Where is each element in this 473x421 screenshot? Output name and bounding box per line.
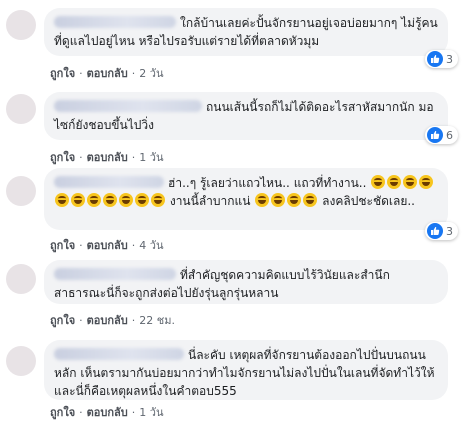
avatar[interactable] xyxy=(6,10,36,40)
laughing-emoji-group xyxy=(54,193,166,208)
like-icon xyxy=(427,127,443,143)
laughing-emoji-icon xyxy=(419,175,434,189)
laughing-emoji-icon xyxy=(287,193,302,207)
laughing-emoji-icon xyxy=(55,193,69,207)
timestamp[interactable]: 4 วัน xyxy=(139,239,163,252)
laughing-emoji-icon xyxy=(103,193,117,207)
laughing-emoji-icon xyxy=(255,193,270,207)
laughing-emoji-icon xyxy=(151,193,165,207)
comment-actions: ถูกใจ · ตอบกลับ · 1 วัน xyxy=(50,406,164,419)
author-name[interactable] xyxy=(54,348,184,360)
like-link[interactable]: ถูกใจ xyxy=(50,239,75,252)
laughing-emoji-icon xyxy=(271,193,286,207)
laughing-emoji-icon xyxy=(403,175,418,189)
laughing-emoji-group xyxy=(254,193,318,208)
timestamp[interactable]: 1 วัน xyxy=(139,406,163,419)
reaction-count[interactable]: 6 xyxy=(425,126,458,144)
comment-text: ลงคลิปชะชัดเลย.. xyxy=(322,194,415,208)
laughing-emoji-icon xyxy=(135,193,149,207)
timestamp[interactable]: 22 ชม. xyxy=(139,314,175,327)
like-icon xyxy=(427,223,443,239)
avatar[interactable] xyxy=(6,176,36,206)
comment-actions: ถูกใจ · ตอบกลับ · 2 วัน xyxy=(50,67,164,80)
laughing-emoji-icon xyxy=(371,175,386,189)
laughing-emoji-group xyxy=(370,175,434,190)
like-link[interactable]: ถูกใจ xyxy=(50,406,75,419)
reply-link[interactable]: ตอบกลับ xyxy=(87,67,128,80)
laughing-emoji-icon xyxy=(119,193,133,207)
avatar[interactable] xyxy=(6,346,36,376)
timestamp[interactable]: 1 วัน xyxy=(139,151,163,164)
comment-text: ฮ่า..ๆ รู้เลยว่าแถวไหน.. แถวที่ทำงาน.. xyxy=(168,176,367,190)
reaction-number: 6 xyxy=(446,128,453,142)
laughing-emoji-icon xyxy=(87,193,101,207)
laughing-emoji-icon xyxy=(387,175,402,189)
like-link[interactable]: ถูกใจ xyxy=(50,151,75,164)
timestamp[interactable]: 2 วัน xyxy=(139,67,163,80)
reaction-number: 3 xyxy=(446,224,453,238)
reply-link[interactable]: ตอบกลับ xyxy=(87,314,128,327)
comment-actions: ถูกใจ · ตอบกลับ · 22 ชม. xyxy=(50,314,175,327)
laughing-emoji-icon xyxy=(303,193,318,207)
avatar[interactable] xyxy=(6,264,36,294)
reply-link[interactable]: ตอบกลับ xyxy=(87,239,128,252)
like-link[interactable]: ถูกใจ xyxy=(50,314,75,327)
laughing-emoji-icon xyxy=(71,193,85,207)
comment-bubble: นี่ละคับ เหตุผลที่จักรยานต้องออกไปปั่นบน… xyxy=(44,340,448,400)
comment-bubble: ฮ่า..ๆ รู้เลยว่าแถวไหน.. แถวที่ทำงาน.. ง… xyxy=(44,168,448,230)
reply-link[interactable]: ตอบกลับ xyxy=(87,151,128,164)
reaction-count[interactable]: 3 xyxy=(425,222,458,240)
comment-text: งานนี้ลำบากแน่ xyxy=(169,194,251,208)
author-name[interactable] xyxy=(54,268,176,280)
comment-actions: ถูกใจ · ตอบกลับ · 4 วัน xyxy=(50,239,164,252)
reply-link[interactable]: ตอบกลับ xyxy=(87,406,128,419)
comment-actions: ถูกใจ · ตอบกลับ · 1 วัน xyxy=(50,151,164,164)
comment-bubble: ใกล้บ้านเลยค่ะปั้นจักรยานอยู่เจอบ่อยมากๆ… xyxy=(44,8,448,56)
comment-bubble: ถนนเส้นนี้รถก็ไม่ได้ติดอะไรสาหัสมากนัก ม… xyxy=(44,92,448,140)
reaction-count[interactable]: 3 xyxy=(425,50,458,68)
like-icon xyxy=(427,51,443,67)
avatar[interactable] xyxy=(6,94,36,124)
like-link[interactable]: ถูกใจ xyxy=(50,67,75,80)
author-name[interactable] xyxy=(54,100,202,112)
comment-bubble: ที่สำคัญชุดความคิดแบบไร้วินัยและสำนึกสาธ… xyxy=(44,260,448,304)
author-name[interactable] xyxy=(54,176,164,188)
author-name[interactable] xyxy=(54,16,176,28)
reaction-number: 3 xyxy=(446,52,453,66)
